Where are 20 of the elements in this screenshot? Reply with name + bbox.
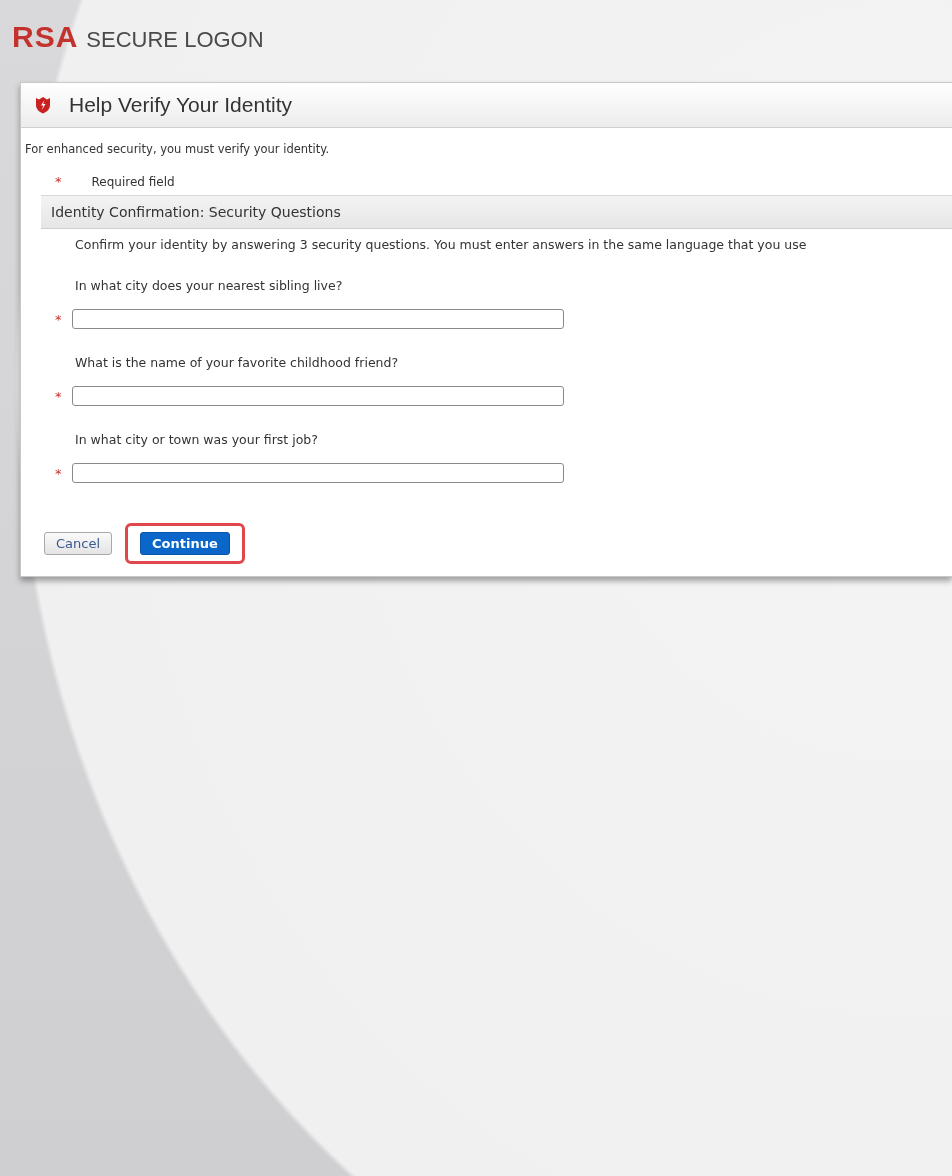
- dialog-title: Help Verify Your Identity: [69, 93, 292, 117]
- question-label: In what city or town was your first job?: [74, 432, 319, 447]
- required-mark: *: [55, 465, 62, 481]
- brand-logo: RSA: [12, 20, 79, 54]
- intro-text: For enhanced security, you must verify your identity.: [24, 141, 331, 156]
- question-label: What is the name of your favorite childhood friend?: [74, 355, 400, 370]
- section-header: Identity Confirmation: Security Questions: [41, 195, 952, 229]
- shield-icon: [35, 96, 51, 114]
- required-note: Required field: [91, 174, 175, 189]
- brand-title: SECURE LOGON: [86, 27, 264, 53]
- required-mark: *: [55, 174, 62, 189]
- required-mark: *: [55, 311, 62, 327]
- question-label: In what city does your nearest sibling live?: [74, 278, 344, 293]
- answer-field[interactable]: [71, 386, 564, 406]
- answer-field[interactable]: [71, 309, 564, 329]
- answer-field[interactable]: [71, 463, 564, 483]
- instructions-text: Confirm your identity by answering 3 security questions. You must enter answers in the same language that you use: [74, 236, 808, 252]
- cancel-button[interactable]: Cancel: [44, 532, 113, 555]
- continue-button[interactable]: Continue: [140, 532, 230, 555]
- required-mark: *: [55, 388, 62, 404]
